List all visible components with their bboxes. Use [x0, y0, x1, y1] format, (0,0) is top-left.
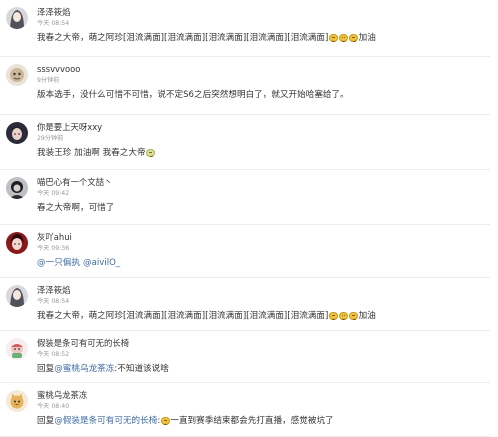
cartoon-avatar-icon[interactable] — [6, 64, 28, 86]
comment-text-segment: 加油 — [358, 33, 376, 43]
red-avatar-icon[interactable] — [6, 232, 28, 254]
comment-item: 灰吖ahui 今天 09:36 @一只偏执 @aivilO_ — [0, 225, 490, 278]
comment-timestamp: 今天 08:54 — [37, 20, 70, 27]
comment-timestamp: 今天 09:42 — [37, 190, 70, 197]
dark-avatar-icon[interactable] — [6, 177, 28, 199]
smile-emoji-icon — [339, 33, 348, 43]
mention-link[interactable]: @假装是条可有可无的长椅 — [54, 415, 157, 427]
comment-text: @一只偏执 @aivilO_ — [37, 257, 120, 269]
comment-text-segment: 我春之大帝，萌之阿珍[泪流满面][泪流满面][泪流满面][泪流满面][泪流满面] — [37, 311, 329, 321]
comment-username[interactable]: 泽泽筱焰 — [37, 285, 71, 296]
anime-avatar-icon[interactable] — [6, 122, 28, 144]
doll-avatar-icon[interactable] — [6, 338, 28, 360]
smile-emoji-icon — [161, 416, 170, 426]
comment-text-segment: :不知道该说啥 — [114, 364, 169, 374]
comment-timestamp: 今天 08:52 — [37, 351, 70, 358]
comment-item: 泽泽筱焰今天 08:54 我春之大帝，萌之阿珍[泪流满面][泪流满面][泪流满面]… — [0, 278, 490, 331]
comment-username[interactable]: sssvvvooo — [37, 64, 80, 75]
comment-text: 版本选手，没什么可惜不可惜，说不定S6之后突然想明白了，就又开始哈塞给了。 — [37, 89, 349, 101]
comment-text: 春之大帝啊，可惜了 — [37, 202, 114, 214]
comment-item: 假装是条可有可无的长椅今天 08:52 回复 @蜜桃乌龙茶冻:不知道该说啥 — [0, 331, 490, 383]
comment-timestamp: 今天 08:54 — [37, 298, 70, 305]
comment-text-segment: 一直到赛季结束都会先打直播，感觉被坑了 — [170, 416, 334, 426]
comment-username[interactable]: 假装是条可有可无的长椅 — [37, 338, 129, 349]
mention-link[interactable]: @一只偏执 — [37, 257, 80, 269]
cat-avatar-icon[interactable] — [6, 390, 28, 412]
comment-timestamp: 今天 09:36 — [37, 245, 70, 252]
girl-avatar-icon[interactable] — [6, 285, 28, 307]
comment-text-segment: : — [157, 416, 161, 426]
smile-emoji-icon — [329, 33, 338, 43]
smile-emoji-icon — [349, 311, 358, 321]
comment-item: 你是要上天呀xxy 29分钟前我装王珍 加油啊 我春之大帝 — [0, 115, 490, 170]
comment-text-segment: 版本选手，没什么可惜不可惜，说不定S6之后突然想明白了，就又开始哈塞给了。 — [37, 90, 349, 100]
comment-text: 回复 @假装是条可有可无的长椅: 一直到赛季结束都会先打直播，感觉被坑了 — [37, 415, 334, 427]
comment-text-segment: 回复 — [37, 364, 55, 374]
comment-username[interactable]: 泽泽筱焰 — [37, 7, 71, 18]
comment-username[interactable]: 喵巴心有一个文喆丶 — [37, 177, 112, 188]
comment-feed: 泽泽筱焰 今天 08:54 我春之大帝，萌之阿珍[泪流满面][泪流满面][泪流满面]… — [0, 0, 498, 437]
green-emoji-icon — [146, 148, 155, 158]
comment-username[interactable]: 你是要上天呀xxy — [37, 122, 102, 133]
comment-text-segment: 我春之大帝，萌之阿珍[泪流满面][泪流满面][泪流满面][泪流满面][泪流满面] — [37, 33, 329, 43]
smile-emoji-icon — [329, 311, 338, 321]
mention-link[interactable]: @aivilO_ — [83, 257, 120, 269]
comment-text: 我春之大帝，萌之阿珍[泪流满面][泪流满面][泪流满面][泪流满面][泪流满面]… — [37, 32, 376, 44]
comment-username[interactable]: 蜜桃乌龙茶冻 — [37, 390, 87, 401]
comment-item: sssvvvooo 9分钟前版本选手，没什么可惜不可惜，说不定S6之后突然想明白了… — [0, 57, 490, 115]
comment-text: 我春之大帝，萌之阿珍[泪流满面][泪流满面][泪流满面][泪流满面][泪流满面]… — [37, 310, 376, 322]
comment-timestamp: 今天 08:40 — [37, 403, 70, 410]
mention-link[interactable]: @蜜桃乌龙茶冻 — [54, 363, 114, 375]
comment-text-segment: 我装王珍 加油啊 我春之大帝 — [37, 148, 146, 158]
comment-item: 蜜桃乌龙茶冻今天 08:40 回复 @假装是条可有可无的长椅: 一直到赛季结束都会先打… — [0, 383, 490, 437]
comment-text: 回复 @蜜桃乌龙茶冻:不知道该说啥 — [37, 363, 169, 375]
comment-text-segment: 加油 — [358, 311, 376, 321]
comment-item: 喵巴心有一个文喆丶今天 09:42 春之大帝啊，可惜了 — [0, 170, 490, 225]
comment-username[interactable]: 灰吖ahui — [37, 232, 72, 243]
comment-text: 我装王珍 加油啊 我春之大帝 — [37, 147, 156, 159]
comment-timestamp: 9分钟前 — [37, 77, 60, 84]
comment-text-segment: 回复 — [37, 416, 55, 426]
smile-emoji-icon — [339, 311, 348, 321]
girl-avatar-icon[interactable] — [6, 7, 28, 29]
comment-timestamp: 29分钟前 — [37, 135, 64, 142]
smile-emoji-icon — [349, 33, 358, 43]
comment-item: 泽泽筱焰今天 08:54 我春之大帝，萌之阿珍[泪流满面][泪流满面][泪流满面]… — [0, 0, 490, 57]
comment-text-segment: 春之大帝啊，可惜了 — [37, 203, 115, 213]
